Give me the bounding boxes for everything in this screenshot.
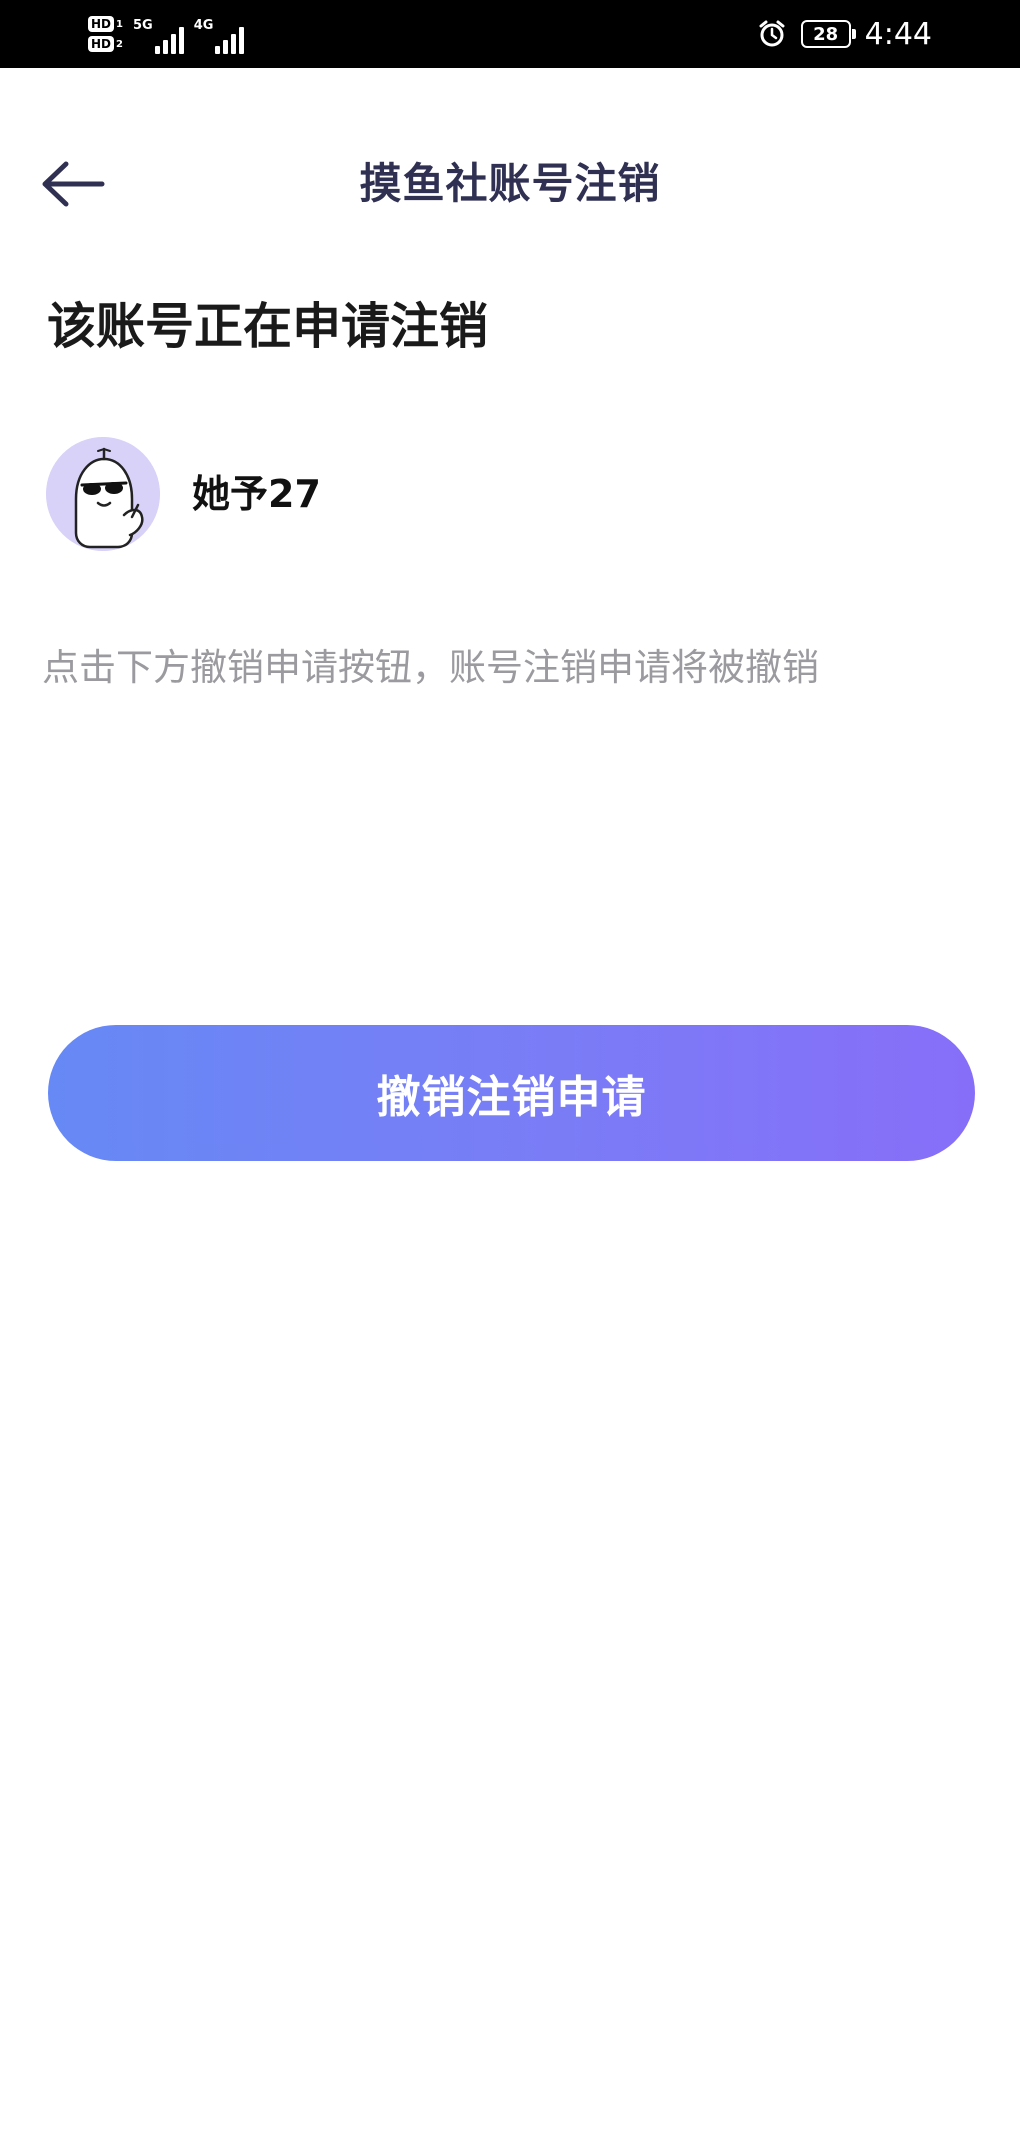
back-button[interactable] xyxy=(40,150,120,218)
status-bar-right: 28 4:44 xyxy=(757,0,932,68)
battery-icon: 28 xyxy=(800,20,856,48)
signal-5g: 5G xyxy=(133,14,184,54)
network-type-label: 4G xyxy=(193,18,214,33)
avatar xyxy=(46,437,160,551)
alarm-icon xyxy=(759,20,785,47)
network-type-label: 5G xyxy=(132,18,153,33)
cool-ghost-avatar-icon xyxy=(46,437,160,551)
signal-4g: 4G xyxy=(194,14,245,54)
battery-level: 28 xyxy=(813,23,839,45)
status-bar: HD 1 HD 2 5G 4G 28 4:44 xyxy=(0,0,1020,68)
hd-badge: HD xyxy=(88,36,115,52)
revoke-cancellation-button-label: 撤销注销申请 xyxy=(376,1072,647,1123)
hd-number: 1 xyxy=(116,18,123,30)
hd-badge: HD xyxy=(88,16,115,32)
hd-indicators: HD 1 HD 2 xyxy=(88,16,123,52)
signal-icon xyxy=(154,24,184,54)
hd-indicator-2: HD 2 xyxy=(88,36,123,52)
account-cancellation-page: HD 1 HD 2 5G 4G 28 4:44 摸鱼社账号注销 该账号正在申请注… xyxy=(0,0,1020,2153)
status-bar-left: HD 1 HD 2 5G 4G xyxy=(88,6,245,62)
page-title: 摸鱼社账号注销 xyxy=(359,159,661,208)
hd-indicator-1: HD 1 xyxy=(88,16,123,32)
hd-number: 2 xyxy=(116,38,123,50)
cancellation-status-heading: 该账号正在申请注销 xyxy=(47,298,489,355)
username: 她予27 xyxy=(192,472,321,516)
signal-icon xyxy=(215,24,245,54)
revoke-cancellation-button[interactable]: 撤销注销申请 xyxy=(48,1025,975,1161)
arrow-left-icon xyxy=(42,161,105,207)
revoke-hint-text: 点击下方撤销申请按钮，账号注销申请将被撤销 xyxy=(42,646,819,689)
clock: 4:44 xyxy=(864,16,932,52)
